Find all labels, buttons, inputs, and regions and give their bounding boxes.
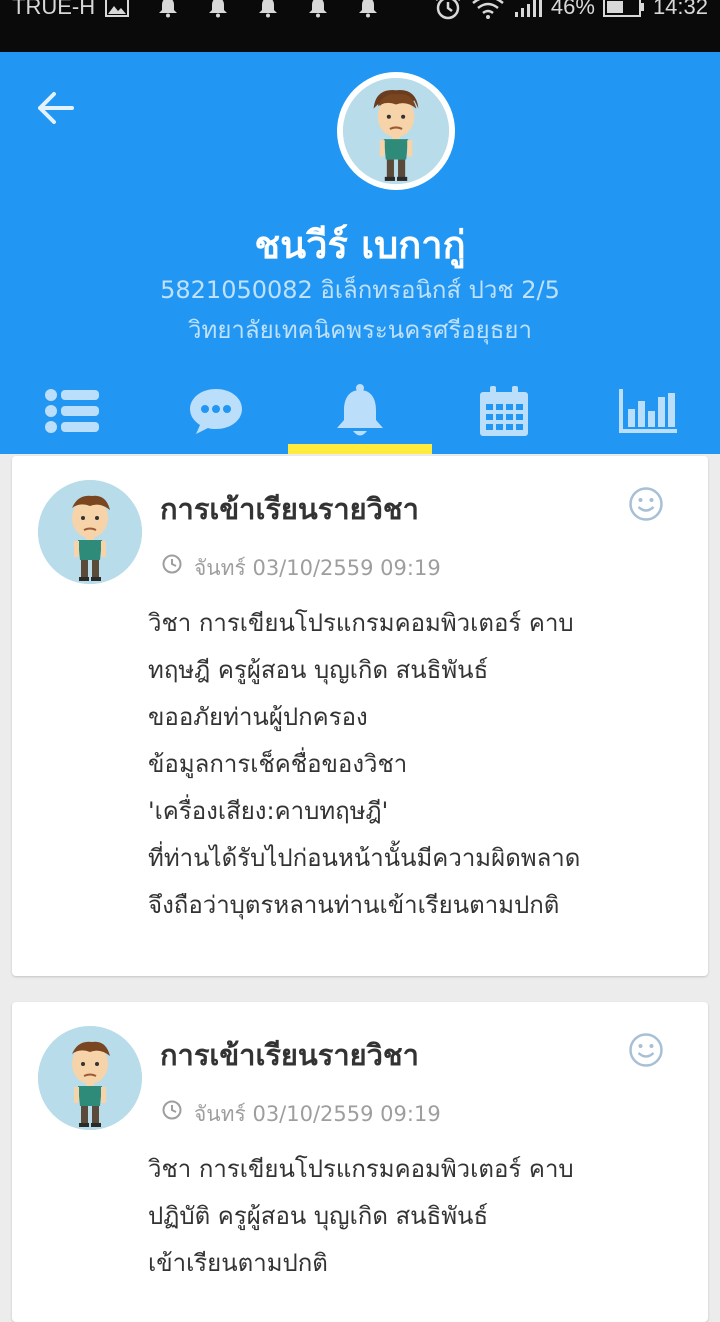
profile-header: ชนวีร์ เบกากู่ 5821050082 อิเล็กทรอนิกส์…: [0, 52, 720, 454]
clock-time: 14:32: [652, 0, 708, 19]
avatar: [38, 1026, 142, 1130]
profile-avatar[interactable]: [337, 72, 455, 190]
tab-calendar[interactable]: [432, 368, 576, 454]
student-id-line: 5821050082 อิเล็กทรอนิกส์ ปวช 2/5: [160, 276, 560, 304]
notification-bell-icon: [159, 0, 178, 18]
card-title: การเข้าเรียนรายวิชา: [160, 492, 419, 526]
message-line: จึงถือว่าบุตรหลานท่านเข้าเรียนตามปกติ: [148, 891, 560, 919]
avatar: [38, 480, 142, 584]
notification-bell-icon: [209, 0, 228, 18]
card-title: การเข้าเรียนรายวิชา: [160, 1038, 419, 1072]
card-message: วิชา การเขียนโปรแกรมคอมพิวเตอร์ คาบ ปฏิบ…: [148, 1146, 688, 1287]
notification-bell-icon: [309, 0, 328, 18]
tab-list[interactable]: [0, 368, 144, 454]
student-name: ชนวีร์ เบกากู่: [254, 223, 466, 267]
wifi-icon: [472, 0, 504, 19]
message-line: 'เครื่องเสียง:คาบทฤษฎี': [148, 797, 389, 825]
smiley-icon[interactable]: [628, 486, 664, 522]
list-icon: [45, 389, 99, 433]
status-bar: TRUE-H 46% 14:32: [0, 0, 720, 52]
battery-icon: [602, 0, 644, 17]
calendar-icon: [480, 386, 528, 436]
tab-statistics[interactable]: [576, 368, 720, 454]
alarm-icon: [435, 0, 460, 20]
image-icon: [105, 0, 130, 17]
signal-icon: [514, 0, 542, 17]
school-name: วิทยาลัยเทคนิคพระนครศรีอยุธยา: [188, 316, 532, 344]
active-tab-indicator: [288, 444, 432, 454]
card-timestamp: จันทร์ 03/10/2559 09:19: [194, 556, 441, 580]
smiley-icon[interactable]: [628, 1032, 664, 1068]
boy-avatar-icon: [38, 480, 142, 584]
clock-icon: [162, 1100, 182, 1120]
message-line: ปฏิบัติ ครูผู้สอน บุญเกิด สนธิพันธ์: [148, 1202, 489, 1230]
notification-bell-icon: [359, 0, 378, 18]
notification-bell-icon: [259, 0, 278, 18]
notification-card[interactable]: การเข้าเรียนรายวิชา จันทร์ 03/10/2559 09…: [12, 1002, 708, 1322]
message-line: ขออภัยท่านผู้ปกครอง: [148, 703, 368, 731]
message-line: ทฤษฎี ครูผู้สอน บุญเกิด สนธิพันธ์: [148, 656, 489, 684]
back-arrow-icon[interactable]: [36, 90, 76, 126]
tab-bar: [0, 368, 720, 454]
battery-percent: 46%: [550, 0, 595, 19]
boy-avatar-icon: [38, 1026, 142, 1130]
carrier-label: TRUE-H: [12, 0, 96, 19]
bell-icon: [337, 384, 383, 436]
notification-card[interactable]: การเข้าเรียนรายวิชา จันทร์ 03/10/2559 09…: [12, 456, 708, 976]
card-timestamp: จันทร์ 03/10/2559 09:19: [194, 1102, 441, 1126]
card-message: วิชา การเขียนโปรแกรมคอมพิวเตอร์ คาบ ทฤษฎ…: [148, 600, 688, 929]
tab-chat[interactable]: [144, 368, 288, 454]
bar-chart-icon: [619, 389, 677, 433]
clock-icon: [162, 554, 182, 574]
message-line: วิชา การเขียนโปรแกรมคอมพิวเตอร์ คาบ: [148, 609, 574, 637]
message-line: วิชา การเขียนโปรแกรมคอมพิวเตอร์ คาบ: [148, 1155, 574, 1183]
chat-icon: [190, 389, 242, 434]
message-line: ข้อมูลการเช็คชื่อของวิชา: [148, 750, 408, 778]
tab-notifications[interactable]: [288, 368, 432, 454]
message-line: ที่ท่านได้รับไปก่อนหน้านั้นมีความผิดพลาด: [148, 844, 581, 872]
boy-avatar-icon: [343, 78, 449, 184]
